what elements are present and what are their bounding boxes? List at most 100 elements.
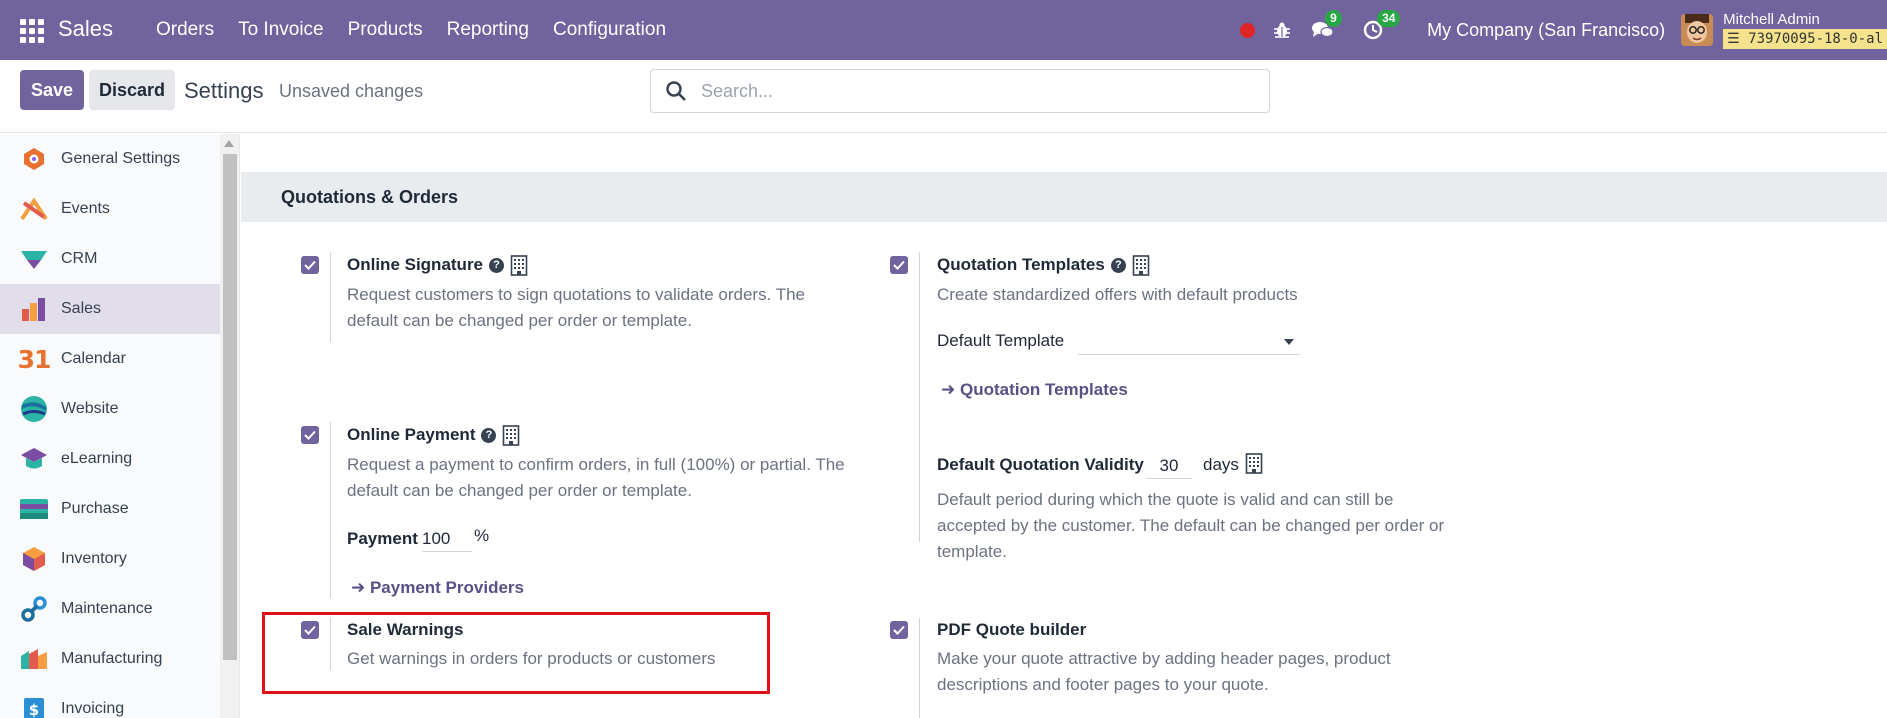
user-avatar[interactable] <box>1681 14 1714 46</box>
quotation-templates-title: Quotation Templates? <box>937 255 1150 276</box>
apps-menu-icon[interactable] <box>20 19 44 43</box>
checkmark-icon <box>304 260 316 270</box>
maintenance-icon <box>20 595 48 623</box>
quotation-validity-title: Default Quotation Validity <box>937 455 1144 474</box>
sidebar-item-label: Events <box>61 200 110 217</box>
arrow-right-icon: ➜ <box>351 578 370 597</box>
sidebar-item-maintenance[interactable]: Maintenance <box>0 584 220 634</box>
checkmark-icon <box>304 625 316 635</box>
user-name: Mitchell Admin <box>1723 11 1820 28</box>
sale-warnings-title: Sale Warnings <box>347 620 464 639</box>
default-template-select[interactable] <box>1078 329 1300 355</box>
search-icon <box>666 81 686 101</box>
scroll-up-arrow-icon[interactable] <box>224 140 234 147</box>
record-dot-icon <box>1240 22 1256 38</box>
payment-percent-input[interactable] <box>422 526 472 552</box>
menu-orders[interactable]: Orders <box>156 19 214 41</box>
online-payment-checkbox[interactable] <box>301 426 319 444</box>
section-title: Quotations & Orders <box>281 187 459 207</box>
elearning-icon <box>20 445 48 473</box>
activities-button[interactable]: 34 <box>1363 10 1401 40</box>
sidebar-item-events[interactable]: Events <box>0 184 220 234</box>
bug-icon <box>1274 22 1291 38</box>
setting-divider <box>919 252 920 542</box>
sidebar-item-label: Inventory <box>61 550 127 567</box>
company-building-icon <box>503 425 520 446</box>
unsaved-changes-status: Unsaved changes <box>279 81 424 101</box>
page-title: Settings <box>184 78 264 103</box>
checkmark-icon <box>893 260 905 270</box>
sale-warnings-checkbox[interactable] <box>301 621 319 639</box>
manufacturing-icon <box>20 645 48 673</box>
menu-products[interactable]: Products <box>348 19 423 41</box>
sidebar-item-invoicing[interactable]: $ Invoicing <box>0 684 220 718</box>
control-panel: Save Discard Settings Unsaved changes <box>0 60 1887 133</box>
sidebar-item-purchase[interactable]: Purchase <box>0 484 220 534</box>
sidebar-item-label: General Settings <box>61 150 181 167</box>
save-button[interactable]: Save <box>20 70 84 110</box>
debug-button[interactable] <box>1273 21 1291 39</box>
avatar-face-icon <box>1681 14 1714 46</box>
quotation-templates-description: Create standardized offers with default … <box>937 285 1298 304</box>
general-settings-icon <box>20 145 48 173</box>
menu-to-invoice[interactable]: To Invoice <box>238 19 324 41</box>
sidebar-item-crm[interactable]: CRM <box>0 234 220 284</box>
top-menu: Orders To Invoice Products Reporting Con… <box>156 19 690 41</box>
menu-reporting[interactable]: Reporting <box>447 19 529 41</box>
quotation-validity-description: Default period during which the quote is… <box>937 490 1445 561</box>
sidebar-item-general-settings[interactable]: General Settings <box>0 134 220 184</box>
company-switcher[interactable]: My Company (San Francisco) <box>1427 20 1665 41</box>
payment-percent-unit: % <box>474 526 490 545</box>
menu-configuration[interactable]: Configuration <box>553 19 666 41</box>
help-icon[interactable]: ? <box>1110 258 1126 274</box>
settings-content: Quotations & Orders Online Signature? Re… <box>241 134 1887 718</box>
sidebar-item-label: Maintenance <box>61 600 153 617</box>
search-input[interactable] <box>701 80 1221 102</box>
purchase-icon <box>20 495 48 523</box>
sidebar-item-sales[interactable]: Sales <box>0 284 220 334</box>
quotation-templates-checkbox[interactable] <box>890 256 908 274</box>
sidebar-item-label: Calendar <box>61 350 126 367</box>
calendar-icon-text: 31 <box>17 344 52 374</box>
setting-divider <box>330 618 331 670</box>
quotation-templates-link[interactable]: ➜ Quotation Templates <box>941 380 1128 400</box>
sidebar-item-elearning[interactable]: eLearning <box>0 434 220 484</box>
database-name: 73970095-18-0-al <box>1748 31 1883 47</box>
search-box[interactable] <box>650 69 1270 113</box>
sidebar-item-manufacturing[interactable]: Manufacturing <box>0 634 220 684</box>
pdf-quote-builder-checkbox[interactable] <box>890 621 908 639</box>
sidebar-item-label: eLearning <box>61 450 133 467</box>
online-payment-description: Request a payment to confirm orders, in … <box>347 455 845 500</box>
sidebar-item-calendar[interactable]: 31 Calendar <box>0 334 220 384</box>
sidebar-item-inventory[interactable]: Inventory <box>0 534 220 584</box>
online-signature-checkbox[interactable] <box>301 256 319 274</box>
sidebar-item-website[interactable]: Website <box>0 384 220 434</box>
sidebar-scroll-thumb[interactable] <box>223 154 237 660</box>
sidebar-item-label: Purchase <box>61 500 129 517</box>
sidebar-item-label: Manufacturing <box>61 650 163 667</box>
default-template-label: Default Template <box>937 331 1065 350</box>
quotation-validity-input[interactable] <box>1146 453 1192 479</box>
database-tag: ☰ 73970095-18-0-al <box>1723 29 1887 49</box>
help-icon[interactable]: ? <box>481 428 497 444</box>
online-payment-label: Online Payment <box>347 425 476 444</box>
discard-button[interactable]: Discard <box>89 70 175 110</box>
top-navbar: Sales Orders To Invoice Products Reporti… <box>0 0 1887 60</box>
help-icon[interactable]: ? <box>489 258 505 274</box>
sales-icon <box>20 295 48 323</box>
checkmark-icon <box>304 430 316 440</box>
payment-providers-link[interactable]: ➜ Payment Providers <box>351 578 524 598</box>
settings-sidebar: General Settings Events CRM Sales 31 Cal… <box>0 134 240 718</box>
payment-providers-link-label: Payment Providers <box>369 578 524 597</box>
payment-percent-label: Payment <box>347 529 418 548</box>
app-brand[interactable]: Sales <box>58 16 113 42</box>
chevron-down-icon <box>1284 339 1294 345</box>
user-menu[interactable]: Mitchell Admin ☰ 73970095-18-0-al <box>1723 0 1887 60</box>
recording-indicator[interactable] <box>1240 22 1256 38</box>
sidebar-item-label: CRM <box>61 250 98 267</box>
crm-icon <box>20 245 48 273</box>
arrow-right-icon: ➜ <box>941 380 960 399</box>
messages-button[interactable]: 9 <box>1311 10 1342 40</box>
checkmark-icon <box>893 625 905 635</box>
online-signature-label: Online Signature <box>347 255 484 274</box>
